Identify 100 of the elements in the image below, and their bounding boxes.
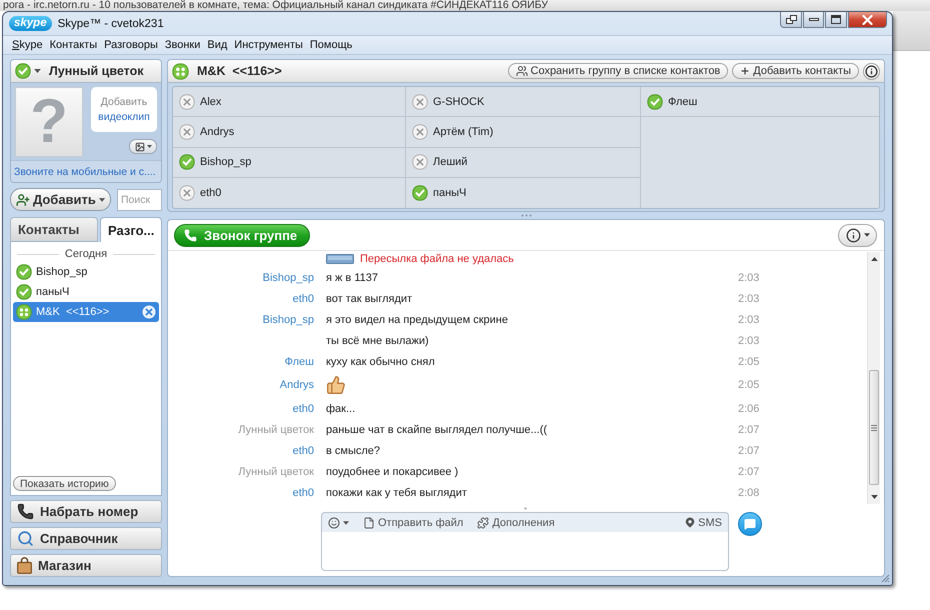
conversation-item[interactable]: M&K <<116>> [13,302,159,322]
sms-button[interactable]: SMS [685,514,722,532]
document-icon [363,516,375,528]
message-time: 2:06 [738,402,760,414]
maximize-button[interactable] [825,12,847,28]
sender-name: eth0 [292,444,314,456]
menu-item[interactable]: Звонки [164,39,200,51]
splitter-handle-icon[interactable] [524,506,527,510]
message-time: 2:03 [738,272,760,284]
add-user-icon [16,192,30,208]
message-time: 2:03 [738,334,760,346]
send-button[interactable] [738,512,762,536]
message-time: 2:07 [738,466,760,478]
phone-icon [184,228,197,242]
conversation-item[interactable]: Bishop_sp [13,262,159,282]
participant-name: Леший [433,156,468,168]
sender-name: Лунный цветок [238,424,314,436]
nav-button[interactable]: Справочник [10,527,162,550]
message-input[interactable] [321,532,729,571]
profile-info-button[interactable] [838,224,877,246]
sender-name: Bishop_sp [262,272,314,284]
splitter-handle-icon[interactable] [520,214,532,217]
promo-link[interactable]: Звоните на мобильные и с.... [11,160,161,182]
minimize-button[interactable] [803,12,824,28]
nav-button[interactable]: Набрать номер [10,500,162,523]
close-button[interactable] [848,12,887,28]
resize-grip-icon[interactable] [881,574,890,583]
smiley-icon [328,516,340,528]
picture-menu-button[interactable] [129,139,157,154]
message-text: раньше чат в скайпе выглядел получше...(( [326,422,548,438]
sender-name: Флеш [284,356,314,368]
participant-name: Andrys [200,126,234,138]
search-field[interactable]: Поиск [117,188,162,210]
message-text: покажи как у тебя выглядит [326,486,468,500]
plus-icon [740,66,750,76]
participant-name: Флеш [668,96,698,108]
menu-item[interactable]: Вид [207,39,228,51]
picture-icon [134,142,144,152]
profile-name: Лунный цветок [49,64,144,78]
message-text: фак... [326,402,356,416]
app-logo: skype [9,16,52,31]
menu-item[interactable]: Разговоры [104,39,158,51]
puzzle-icon [477,516,490,528]
composer-tool-button[interactable]: Дополнения [477,514,555,532]
pin-icon [685,517,696,528]
close-icon[interactable] [142,305,156,319]
caret-icon [343,520,349,524]
message-text: поудобнее и покарсивее ) [326,464,460,480]
window-title: Skype™ - cvetok231 [58,17,164,32]
participant-name: Артём (Tim) [433,126,494,138]
caret-icon [146,145,152,148]
add-video-label: Добавить [100,96,148,108]
menu-item[interactable]: Инструменты [234,39,303,51]
file-thumbnail-icon [326,254,354,264]
nav-button[interactable]: Магазин [10,554,162,577]
caret-icon [864,233,870,237]
tab[interactable]: Разго... [100,217,162,242]
participant-name: eth0 [200,186,222,199]
sender-name: Andrys [280,379,314,391]
message-time: 2:07 [738,424,760,436]
menu-item[interactable]: Помощь [310,39,352,51]
info-icon [865,64,878,78]
group-status-icon [172,62,189,80]
message-time: 2:05 [738,356,760,368]
add-video-link[interactable]: видеоклип [98,111,150,123]
sender-name: Bishop_sp [262,314,314,326]
sender-name: Лунный цветок [238,466,314,478]
participant-name: паныЧ [433,186,466,199]
minimize-icon [808,18,818,21]
tab[interactable]: Контакты [10,217,98,242]
participant-name: Bishop_sp [200,156,252,168]
compact-view-button[interactable] [780,12,802,28]
header-action-button[interactable]: Добавить контакты [732,63,859,79]
message-text: я это видел на предыдущем скрине [326,312,509,328]
message-time: 2:08 [738,486,760,498]
overlapping-windows-icon [786,15,796,24]
caret-down-icon [870,495,878,499]
transfer-error-text: Пересылка файла не удалась [360,253,514,265]
scrollbar-thumb[interactable] [869,370,879,485]
menu-item[interactable]: Контакты [50,39,98,51]
message-time: 2:03 [738,292,760,304]
conversation-item[interactable]: паныЧ [13,282,159,302]
add-contact-button[interactable]: Добавить [10,188,111,211]
shopping-bag-icon [17,557,32,574]
background-window [893,11,930,51]
thumbs-up-icon [326,375,346,395]
show-history-button[interactable]: Показать историю [13,476,116,491]
sender-name: eth0 [292,292,314,304]
chat-bubble-icon [744,518,756,530]
close-icon [862,14,873,24]
telephone-icon [17,503,34,520]
message-text: в смысле? [326,444,382,458]
info-icon [846,228,860,242]
sender-name: eth0 [292,402,314,414]
header-action-button[interactable]: Сохранить группу в списке контактов [508,63,728,79]
composer-tool-button[interactable]: Отправить файл [363,514,464,532]
section-header: Сегодня [64,248,108,260]
menu-item[interactable]: Skype [12,39,43,51]
info-button[interactable] [863,62,880,80]
search-icon [17,530,34,547]
